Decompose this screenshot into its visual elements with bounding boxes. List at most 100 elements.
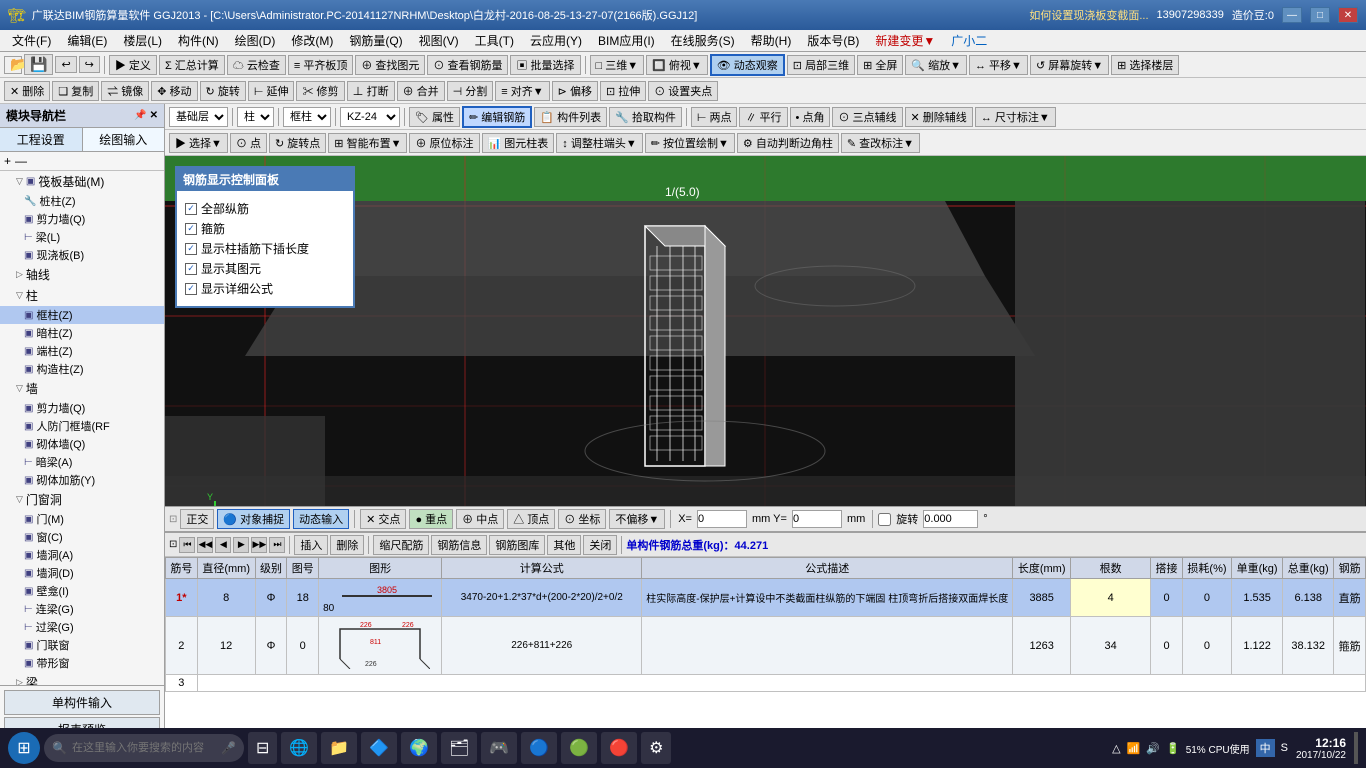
sidebar-item-lintel[interactable]: ⊢ 过梁(G) [0, 618, 164, 636]
sidebar-item-brick-rebar[interactable]: ▣ 砌体加筋(Y) [0, 471, 164, 489]
btn-mirror[interactable]: ⇌ 镜像 [101, 81, 149, 101]
btn-local-3d[interactable]: ⊡ 局部三维 [787, 55, 855, 75]
btn-fullscreen[interactable]: ⊞ 全屏 [857, 55, 903, 75]
btn-merge[interactable]: ⊕ 合并 [397, 81, 445, 101]
maximize-button[interactable]: □ [1310, 7, 1330, 23]
menu-online[interactable]: 在线服务(S) [663, 30, 743, 51]
btn-level-plate[interactable]: ≡ 平齐板顶 [288, 55, 353, 75]
taskbar-app-taskview[interactable]: ⊟ [248, 732, 277, 764]
taskbar-app-icon1[interactable]: 🔷 [361, 732, 397, 764]
rotate-input[interactable] [923, 510, 978, 528]
btn-rotate-point[interactable]: ↻ 旋转点 [269, 133, 326, 153]
btn-dynamic-input[interactable]: 动态输入 [293, 509, 349, 529]
taskbar-app-icon6[interactable]: 🔴 [601, 732, 637, 764]
btn-nav-next[interactable]: ▶ [233, 537, 249, 553]
btn-zoom[interactable]: 🔍 缩放▼ [905, 55, 967, 75]
check-stirrup[interactable]: 箍筋 [185, 220, 345, 237]
tray-battery-icon[interactable]: 🔋 [1166, 742, 1180, 755]
btn-other[interactable]: 其他 [547, 535, 581, 555]
btn-dim-label[interactable]: ↔ 尺寸标注▼ [975, 107, 1056, 127]
btn-select[interactable]: ▶ 选择▼ [169, 133, 228, 153]
btn-intersection[interactable]: ✕ 交点 [360, 509, 406, 529]
system-clock[interactable]: 12:16 2017/10/22 [1296, 736, 1346, 761]
sidebar-item-beam-group[interactable]: ▷ 梁 [0, 672, 164, 685]
btn-break[interactable]: ⊥ 打断 [347, 81, 395, 101]
sidebar-item-wall-group[interactable]: ▽ 墙 [0, 378, 164, 399]
taskbar-app-icon5[interactable]: 🟢 [561, 732, 597, 764]
btn-3d[interactable]: □ 三维▼ [590, 55, 645, 75]
check-insert-length[interactable]: 显示柱插筋下插长度 [185, 240, 345, 257]
menu-new-change[interactable]: 新建变更▼ [867, 30, 943, 51]
btn-nav-last[interactable]: ⏭ [269, 537, 285, 553]
table-row[interactable]: 3 [166, 675, 1366, 692]
btn-delete[interactable]: ✕ 删除 [4, 81, 50, 101]
menu-bim[interactable]: BIM应用(I) [590, 30, 663, 51]
checkbox-show-element[interactable] [185, 263, 197, 275]
sidebar-item-window[interactable]: ▣ 窗(C) [0, 528, 164, 546]
sidebar-item-strip-window[interactable]: ▣ 带形窗 [0, 654, 164, 672]
element-type-select[interactable]: 柱 [237, 107, 274, 127]
minimize-button[interactable]: — [1282, 7, 1302, 23]
btn-nav-first[interactable]: ⏮ [179, 537, 195, 553]
sidebar-collapse-btn[interactable]: — [15, 154, 27, 168]
btn-attribute[interactable]: 🏷 属性 [409, 107, 460, 127]
sidebar-item-end-col[interactable]: ▣ 端柱(Z) [0, 342, 164, 360]
rebar-table-wrapper[interactable]: 筋号 直径(mm) 级别 图号 图形 计算公式 公式描述 长度(mm) 根数 搭… [165, 557, 1366, 732]
rotate-checkbox[interactable] [878, 513, 891, 526]
btn-pan[interactable]: ↔ 平移▼ [969, 55, 1028, 75]
btn-table-edit[interactable]: 📊 图元柱表 [482, 133, 555, 153]
btn-cloud-check[interactable]: ☁ 云检查 [227, 55, 286, 75]
btn-two-point[interactable]: ⊢ 两点 [691, 107, 738, 127]
taskbar-app-icon2[interactable]: 🗂 [441, 732, 477, 764]
btn-smart-layout[interactable]: ⊞ 智能布置▼ [328, 133, 407, 153]
btn-point[interactable]: ⊙ 点 [230, 133, 267, 153]
nav-draw-input[interactable]: 绘图输入 [83, 128, 165, 151]
btn-close-table[interactable]: 关闭 [583, 535, 617, 555]
sidebar-item-door-window[interactable]: ▣ 门联窗 [0, 636, 164, 654]
btn-define[interactable]: ▶ 定义 [109, 55, 157, 75]
btn-nav-next-next[interactable]: ▶▶ [251, 537, 267, 553]
btn-midpoint[interactable]: ⊕ 中点 [456, 509, 504, 529]
sidebar-item-wall-opening-d[interactable]: ▣ 墙洞(D) [0, 564, 164, 582]
check-detail-formula[interactable]: 显示详细公式 [185, 280, 345, 297]
sidebar-item-slab[interactable]: ▣ 现浇板(B) [0, 246, 164, 264]
check-show-element[interactable]: 显示其图元 [185, 260, 345, 277]
btn-save[interactable]: 💾 [24, 54, 53, 75]
btn-offset[interactable]: ⊳ 偏移 [552, 81, 598, 101]
btn-coord[interactable]: ⊙ 坐标 [558, 509, 606, 529]
btn-place-draw[interactable]: ✏ 按位置绘制▼ [645, 133, 735, 153]
element-name-select[interactable]: 框柱 [283, 107, 331, 127]
btn-three-point[interactable]: ⊙ 三点辅线 [832, 107, 902, 127]
btn-scale-rebar[interactable]: 缩尺配筋 [373, 535, 429, 555]
btn-select-floor[interactable]: ⊞ 选择楼层 [1111, 55, 1179, 75]
tray-ime[interactable]: S [1281, 742, 1288, 754]
btn-undo[interactable]: ↩ [55, 56, 76, 73]
taskbar-app-ie[interactable]: 🌍 [401, 732, 437, 764]
btn-stretch[interactable]: ⊡ 拉伸 [600, 81, 646, 101]
btn-pick-member[interactable]: 🔧 拾取构件 [609, 107, 682, 127]
btn-rebar-info[interactable]: 钢筋信息 [431, 535, 487, 555]
menu-guang-xiao[interactable]: 广小二 [943, 30, 995, 51]
sidebar-item-brick-wall[interactable]: ▣ 砌体墙(Q) [0, 435, 164, 453]
btn-open-file[interactable]: 📂 [4, 56, 22, 74]
x-coord-input[interactable] [697, 510, 747, 528]
btn-insert-row[interactable]: 插入 [294, 535, 328, 555]
tray-network-icon[interactable]: 📶 [1127, 742, 1141, 755]
sidebar-item-pile-col[interactable]: 🔧 桩柱(Z) [0, 192, 164, 210]
sidebar-item-niche[interactable]: ▣ 壁龛(I) [0, 582, 164, 600]
btn-batch-select[interactable]: ▣ 批量选择 [510, 55, 580, 75]
btn-heavy-point[interactable]: ● 重点 [409, 509, 453, 529]
table-row[interactable]: 1* 8 Φ 18 80 3805 3470-20+1 [166, 579, 1366, 617]
sidebar-item-shear-wall[interactable]: ▣ 剪力墙(Q) [0, 399, 164, 417]
3d-viewport[interactable]: 1/(5.0) X Y Z 钢筋显示控制面板 [165, 156, 1366, 506]
menu-version[interactable]: 版本号(B) [799, 30, 867, 51]
btn-screen-rotate[interactable]: ↺ 屏幕旋转▼ [1030, 55, 1109, 75]
taskbar-search-input[interactable] [44, 734, 244, 762]
element-id-select[interactable]: KZ-24 [340, 107, 400, 127]
tray-sound-icon[interactable]: 🔊 [1146, 742, 1160, 755]
menu-tools[interactable]: 工具(T) [467, 30, 522, 51]
sidebar-item-frame-col[interactable]: ▣ 框柱(Z) [0, 306, 164, 324]
sidebar-item-dark-beam[interactable]: ⊢ 暗梁(A) [0, 453, 164, 471]
btn-vertex[interactable]: △ 顶点 [507, 509, 555, 529]
btn-no-offset[interactable]: 不偏移▼ [609, 509, 665, 529]
